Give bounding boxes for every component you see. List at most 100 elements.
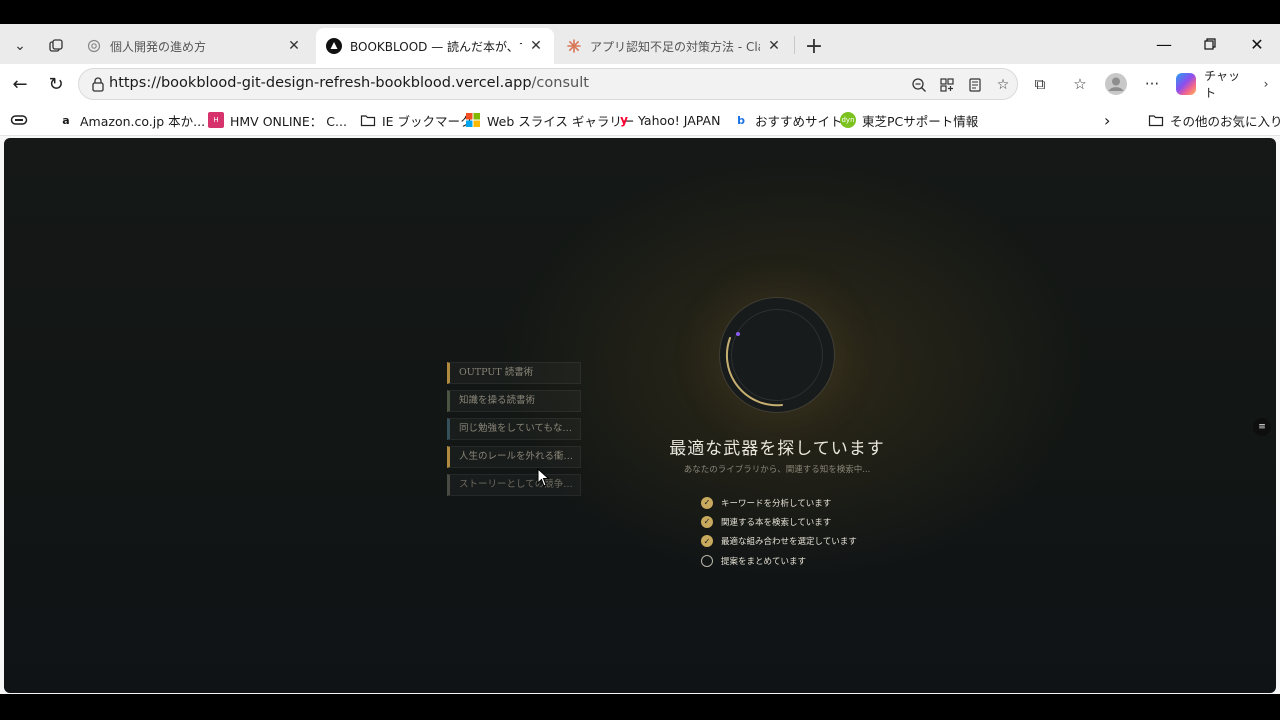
settings-more-button[interactable]: ···	[1138, 70, 1166, 98]
bookmark-label: Amazon.co.jp 本か...	[80, 113, 206, 129]
favorites-button[interactable]: ☆	[1066, 70, 1094, 98]
restore-button[interactable]	[1187, 30, 1233, 58]
favorites-bar: a Amazon.co.jp 本か... H HMV ONLINE： C... …	[0, 104, 1280, 136]
book-card[interactable]: 同じ勉強をしていてもなぜ…	[447, 418, 581, 440]
pill-icon	[10, 115, 28, 125]
check-icon: ✓	[701, 535, 713, 548]
new-tab-button[interactable]: +	[800, 32, 828, 60]
close-tab-icon[interactable]: ✕	[286, 38, 302, 54]
bookmark-label: おすすめサイト	[755, 113, 843, 129]
toshiba-icon: dyn	[840, 112, 856, 128]
tab-strip: ⌄ 個人開発の進め方 ✕ BOOKBLOOD — 読んだ本が、すべて ✕ アプリ…	[0, 24, 1280, 64]
step-item: ✓ 関連する本を検索しています	[701, 512, 921, 531]
step-item: 提案をまとめています	[701, 551, 921, 570]
bookmark-hmv[interactable]: H HMV ONLINE： C...	[208, 110, 347, 130]
tab-3[interactable]: アプリ認知不足の対策方法 - Claude ✕	[556, 28, 792, 64]
book-card[interactable]: 人生のレールを外れる衝動…	[447, 446, 581, 468]
amazon-icon: a	[62, 113, 70, 127]
step-item: ✓ 最適な組み合わせを選定しています	[701, 532, 921, 551]
bookmark-toshiba[interactable]: dyn 東芝PCサポート情報	[840, 110, 978, 130]
apps-icon	[940, 78, 954, 92]
yahoo-icon: y	[620, 113, 628, 127]
copilot-chat-button[interactable]: チャット	[1176, 69, 1248, 100]
close-tab-icon[interactable]: ✕	[766, 38, 782, 54]
workspaces-button[interactable]	[42, 32, 70, 60]
bookmark-recommended[interactable]: b おすすめサイト	[733, 110, 843, 130]
tab-separator	[794, 36, 795, 54]
close-icon: ✕	[1250, 34, 1264, 54]
book-card[interactable]: 知識を操る読書術	[447, 390, 581, 412]
avatar	[1105, 73, 1127, 95]
close-window-button[interactable]: ✕	[1234, 30, 1280, 58]
star-icon: ☆	[996, 77, 1010, 93]
vercel-icon	[326, 38, 342, 54]
progress-steps: ✓ キーワードを分析しています ✓ 関連する本を検索しています ✓ 最適な組み合…	[701, 493, 921, 570]
tab-title: アプリ認知不足の対策方法 - Claude	[590, 39, 760, 54]
profile-button[interactable]	[1102, 70, 1130, 98]
loading-orb	[720, 298, 834, 412]
url-path: /consult	[531, 75, 589, 91]
list-icon: ≡	[1258, 422, 1266, 432]
step-label: 提案をまとめています	[721, 556, 807, 567]
book-card[interactable]: OUTPUT 読書術	[447, 362, 581, 384]
step-label: 関連する本を検索しています	[721, 517, 832, 528]
reading-view-button[interactable]	[963, 73, 987, 97]
tab-groups-button[interactable]	[10, 110, 28, 130]
reading-view-icon	[969, 78, 981, 92]
folder-icon	[1148, 115, 1164, 127]
site-info-icon[interactable]	[89, 75, 107, 93]
tab-title: 個人開発の進め方	[110, 39, 207, 54]
book-list: OUTPUT 読書術 知識を操る読書術 同じ勉強をしていてもなぜ… 人生のレール…	[447, 362, 581, 502]
bookmark-label: IE ブックマーク	[382, 113, 473, 129]
page-content: OUTPUT 読書術 知識を操る読書術 同じ勉強をしていてもなぜ… 人生のレール…	[4, 138, 1276, 693]
page-title: 最適な武器を探しています	[669, 439, 885, 459]
bookmark-yahoo[interactable]: y Yahoo! JAPAN	[616, 110, 720, 130]
more-dots-icon: ···	[1144, 75, 1160, 93]
refresh-icon: ↻	[48, 73, 64, 95]
chat-label: チャット	[1204, 69, 1241, 100]
screen-bottom-bar	[0, 694, 1280, 720]
bookmark-label: 東芝PCサポート情報	[862, 113, 979, 129]
minimize-icon: —	[1156, 34, 1172, 54]
sidebar-toggle-button[interactable]: ≡	[1253, 418, 1271, 436]
browser-window: ⌄ 個人開発の進め方 ✕ BOOKBLOOD — 読んだ本が、すべて ✕ アプリ…	[0, 24, 1280, 694]
bookmark-web-slice[interactable]: Web スライス ギャラリー	[465, 110, 634, 130]
chevron-down-icon: ⌄	[14, 38, 26, 54]
close-tab-icon[interactable]: ✕	[528, 38, 544, 54]
tab-title: BOOKBLOOD — 読んだ本が、すべて	[350, 39, 522, 54]
address-bar[interactable]: https://bookblood-git-design-refresh-boo…	[78, 68, 1018, 100]
navigation-bar: ← ↻ https://bookblood-git-design-refresh…	[0, 64, 1280, 104]
more-bookmarks-button[interactable]: ›	[1104, 110, 1110, 130]
url-host: https://bookblood-git-design-refresh-boo…	[109, 75, 532, 91]
bookmark-amazon[interactable]: a Amazon.co.jp 本か...	[58, 110, 205, 130]
url-text[interactable]: https://bookblood-git-design-refresh-boo…	[109, 75, 589, 91]
bookmark-label: HMV ONLINE： C...	[230, 113, 347, 129]
app-available-button[interactable]	[935, 73, 959, 97]
bookmark-label: Yahoo! JAPAN	[638, 112, 721, 128]
tab-2-active[interactable]: BOOKBLOOD — 読んだ本が、すべて ✕	[316, 28, 554, 64]
arrow-left-icon: ←	[12, 73, 28, 95]
copilot-expand-button[interactable]: ›	[1252, 70, 1280, 98]
folder-icon	[360, 115, 376, 127]
zoom-button[interactable]	[907, 73, 931, 97]
add-favorite-button[interactable]: ☆	[991, 73, 1015, 97]
back-button[interactable]: ←	[6, 70, 34, 98]
tab-1[interactable]: 個人開発の進め方 ✕	[76, 28, 312, 64]
step-label: 最適な組み合わせを選定しています	[721, 537, 857, 548]
bookmark-ie-folder[interactable]: IE ブックマーク	[360, 110, 473, 130]
check-icon: ✓	[701, 496, 713, 509]
favorites-star-icon: ☆	[1073, 75, 1087, 93]
extensions-button[interactable]: ⧉	[1026, 70, 1054, 98]
restore-icon	[1204, 38, 1216, 50]
hmv-icon: H	[208, 112, 224, 128]
magnifier-icon	[912, 78, 926, 92]
refresh-button[interactable]: ↻	[42, 70, 70, 98]
bookmark-label: Web スライス ギャラリー	[487, 113, 635, 129]
page-subtitle: あなたのライブラリから、関連する知を検索中...	[683, 465, 871, 475]
mouse-cursor-icon	[537, 468, 550, 487]
tab-actions-menu-button[interactable]: ⌄	[6, 32, 34, 60]
book-card[interactable]: ストーリーとしての競争戦略	[447, 474, 581, 496]
minimize-button[interactable]: —	[1141, 30, 1187, 58]
other-favorites-folder[interactable]: その他のお気に入り	[1148, 110, 1280, 130]
chevron-right-icon: ›	[1104, 110, 1111, 130]
